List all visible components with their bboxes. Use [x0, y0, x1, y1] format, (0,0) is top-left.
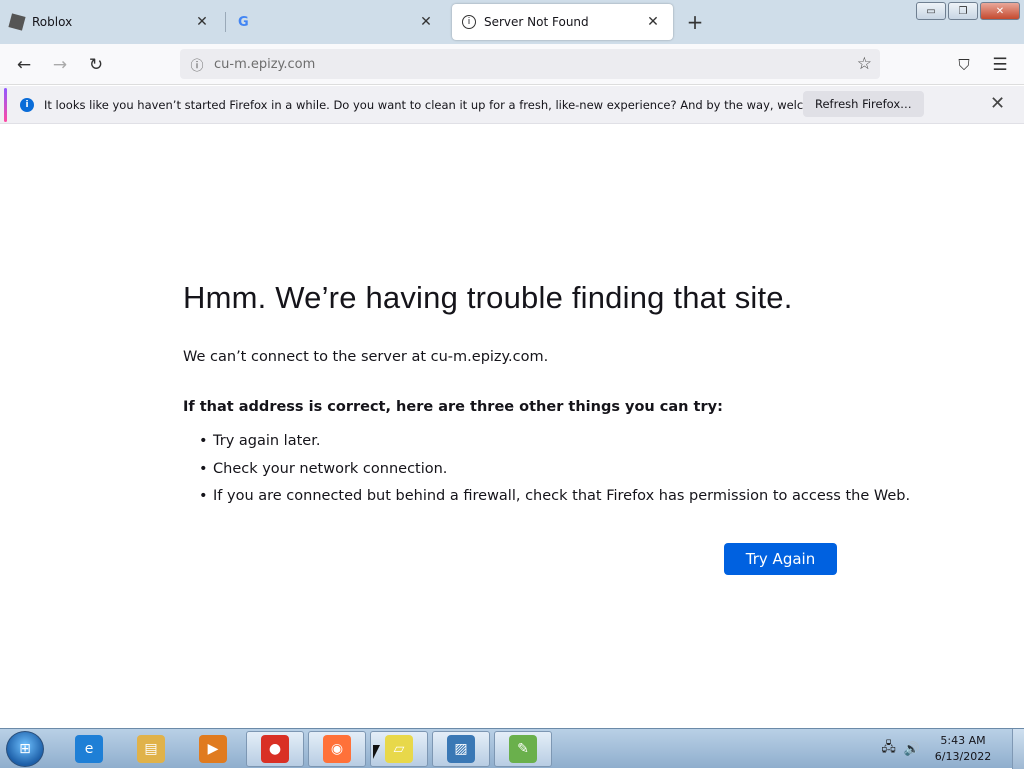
error-description: We can’t connect to the server at cu-m.e…	[183, 349, 549, 365]
notification-bar: i It looks like you haven’t started Fire…	[0, 86, 1024, 124]
clock-date: 6/13/2022	[934, 750, 992, 763]
tab-server-not-found[interactable]: i Server Not Found ✕	[452, 4, 673, 40]
taskbar-item[interactable]: ▤	[122, 731, 180, 767]
taskbar-item[interactable]: ▨	[432, 731, 490, 767]
forward-button[interactable]: →	[46, 52, 74, 78]
taskbar: ⊞ e ▤ ▶ ● ◉ ▱ ▨ ✎ 🖧 🔊 5:43 AM 6/13/2022	[0, 728, 1024, 769]
notification-message: It looks like you haven’t started Firefo…	[44, 97, 865, 112]
new-tab-button[interactable]: +	[683, 10, 707, 34]
close-icon[interactable]: ✕	[990, 93, 1005, 114]
tab-google[interactable]: G ✕	[228, 4, 446, 40]
sticky-notes-icon: ▱	[385, 735, 413, 763]
clock[interactable]: 5:43 AM 6/13/2022	[928, 733, 998, 765]
bookmark-star-icon[interactable]: ☆	[857, 54, 872, 74]
menu-icon[interactable]: ☰	[986, 52, 1014, 78]
volume-icon[interactable]: 🔊	[904, 742, 920, 757]
tab-separator	[225, 12, 226, 32]
system-tray: 🖧 🔊 5:43 AM 6/13/2022	[881, 729, 1024, 769]
refresh-firefox-button[interactable]: Refresh Firefox…	[803, 91, 924, 117]
taskbar-item[interactable]: ●	[246, 731, 304, 767]
page-title: Hmm. We’re having trouble finding that s…	[183, 280, 793, 315]
roblox-icon	[8, 13, 26, 31]
show-desktop-button[interactable]	[1012, 729, 1024, 769]
info-icon: i	[462, 15, 476, 29]
tab-title: Server Not Found	[484, 15, 589, 29]
list-item: Try again later.	[199, 433, 910, 461]
try-again-button[interactable]: Try Again	[724, 543, 837, 575]
close-icon[interactable]: ✕	[416, 12, 436, 32]
taskbar-item[interactable]: e	[60, 731, 118, 767]
suggestion-list: Try again later. Check your network conn…	[199, 433, 910, 516]
network-icon[interactable]: 🖧	[881, 738, 896, 760]
back-button[interactable]: ←	[10, 52, 38, 78]
media-player-icon: ▶	[199, 735, 227, 763]
tab-roblox[interactable]: Roblox ✕	[0, 4, 222, 40]
google-icon: G	[238, 14, 249, 30]
chrome-icon: ●	[261, 735, 289, 763]
file-explorer-icon: ▤	[137, 735, 165, 763]
internet-explorer-icon: e	[75, 735, 103, 763]
notepad-plus-icon: ✎	[509, 735, 537, 763]
image-viewer-icon: ▨	[447, 735, 475, 763]
taskbar-item[interactable]: ▶	[184, 731, 242, 767]
pocket-icon[interactable]: ⛉	[950, 52, 978, 78]
url-text: cu-m.epizy.com	[214, 56, 316, 72]
list-item: Check your network connection.	[199, 461, 910, 489]
list-item: If you are connected but behind a firewa…	[199, 488, 910, 516]
error-page: Hmm. We’re having trouble finding that s…	[0, 125, 1024, 728]
close-window-button[interactable]: ✕	[980, 2, 1020, 20]
mouse-cursor-icon	[373, 745, 380, 759]
navigation-toolbar: ← → ↻ ⓘ cu-m.epizy.com ☆ ⛉ ☰	[0, 44, 1024, 85]
error-suggestions-heading: If that address is correct, here are thr…	[183, 399, 723, 415]
tab-strip: Roblox ✕ G ✕ i Server Not Found ✕ + ▭ ❐ …	[0, 0, 1024, 44]
minimize-button[interactable]: ▭	[916, 2, 946, 20]
close-icon[interactable]: ✕	[192, 12, 212, 32]
reload-button[interactable]: ↻	[82, 52, 110, 78]
taskbar-item[interactable]: ✎	[494, 731, 552, 767]
site-info-icon[interactable]: ⓘ	[188, 55, 206, 74]
start-button[interactable]: ⊞	[6, 731, 44, 767]
maximize-button[interactable]: ❐	[948, 2, 978, 20]
notification-accent	[4, 88, 7, 122]
tab-title: Roblox	[32, 15, 73, 29]
firefox-icon: ◉	[323, 735, 351, 763]
close-icon[interactable]: ✕	[643, 12, 663, 32]
taskbar-item[interactable]: ◉	[308, 731, 366, 767]
url-bar[interactable]: ⓘ cu-m.epizy.com ☆	[180, 49, 880, 79]
info-icon: i	[20, 97, 34, 112]
clock-time: 5:43 AM	[940, 734, 986, 747]
window-controls: ▭ ❐ ✕	[916, 2, 1020, 20]
